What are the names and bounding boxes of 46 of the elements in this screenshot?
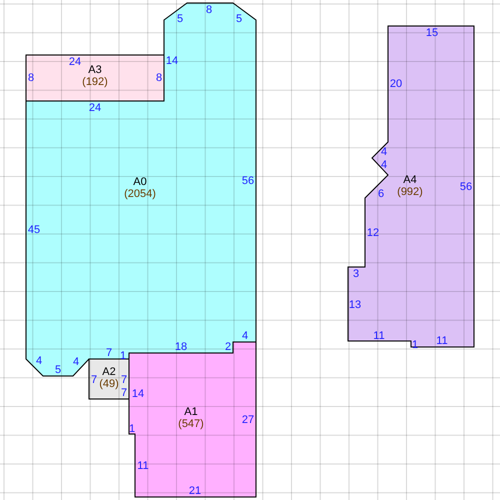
dimension-label: 12 (366, 227, 380, 239)
room-name: A3 (88, 64, 102, 76)
dimension-label: 4 (36, 355, 42, 367)
dimension-label: 24 (68, 56, 82, 68)
dimension-label: 13 (348, 299, 362, 311)
dimension-label: 7 (106, 347, 112, 359)
dimension-label: 5 (176, 13, 184, 25)
dimension-label: 7 (120, 387, 128, 399)
dimension-label: 4 (242, 330, 248, 342)
dimension-label: 1 (128, 423, 136, 435)
dimension-label: 5 (236, 13, 242, 25)
room-name: A2 (102, 366, 116, 378)
dimension-label: 56 (242, 175, 254, 187)
room-name: A0 (133, 176, 147, 188)
dimension-label: 14 (132, 388, 144, 400)
dimension-label: 8 (28, 72, 34, 84)
dimension-label: 14 (166, 55, 178, 67)
dimension-label: 4 (380, 146, 388, 158)
dimension-label: 6 (378, 188, 384, 200)
dimension-label: 24 (88, 102, 102, 114)
room-area-value: (192) (82, 76, 108, 88)
dimension-label: 11 (436, 335, 448, 347)
room-area-value: (2054) (124, 188, 156, 200)
dimension-label: 15 (426, 27, 438, 39)
dimension-label: 56 (460, 181, 472, 193)
room-area-value: (547) (178, 418, 204, 430)
dimension-label: 7 (90, 374, 98, 386)
room-area-value: (992) (397, 186, 423, 198)
dimension-label: 8 (206, 4, 212, 16)
room-area-value: (49) (99, 378, 119, 390)
dimension-label: 11 (137, 460, 149, 472)
dimension-label: 8 (156, 72, 162, 84)
dimension-label: 18 (174, 341, 188, 353)
dimension-label: 4 (380, 159, 388, 171)
dimension-label: 5 (54, 364, 62, 376)
dimension-label: 3 (352, 268, 360, 280)
dimension-label: 7 (120, 374, 128, 386)
dimension-label: 45 (28, 224, 40, 236)
dimension-label: 27 (242, 414, 254, 426)
dimension-label: 11 (373, 330, 385, 342)
room-name: A4 (403, 174, 417, 186)
room-name: A1 (184, 406, 198, 418)
dimension-label: 21 (188, 485, 202, 497)
dimension-label: 4 (72, 356, 80, 368)
dimension-label: 2 (224, 341, 232, 353)
dimension-label: 20 (390, 78, 402, 90)
